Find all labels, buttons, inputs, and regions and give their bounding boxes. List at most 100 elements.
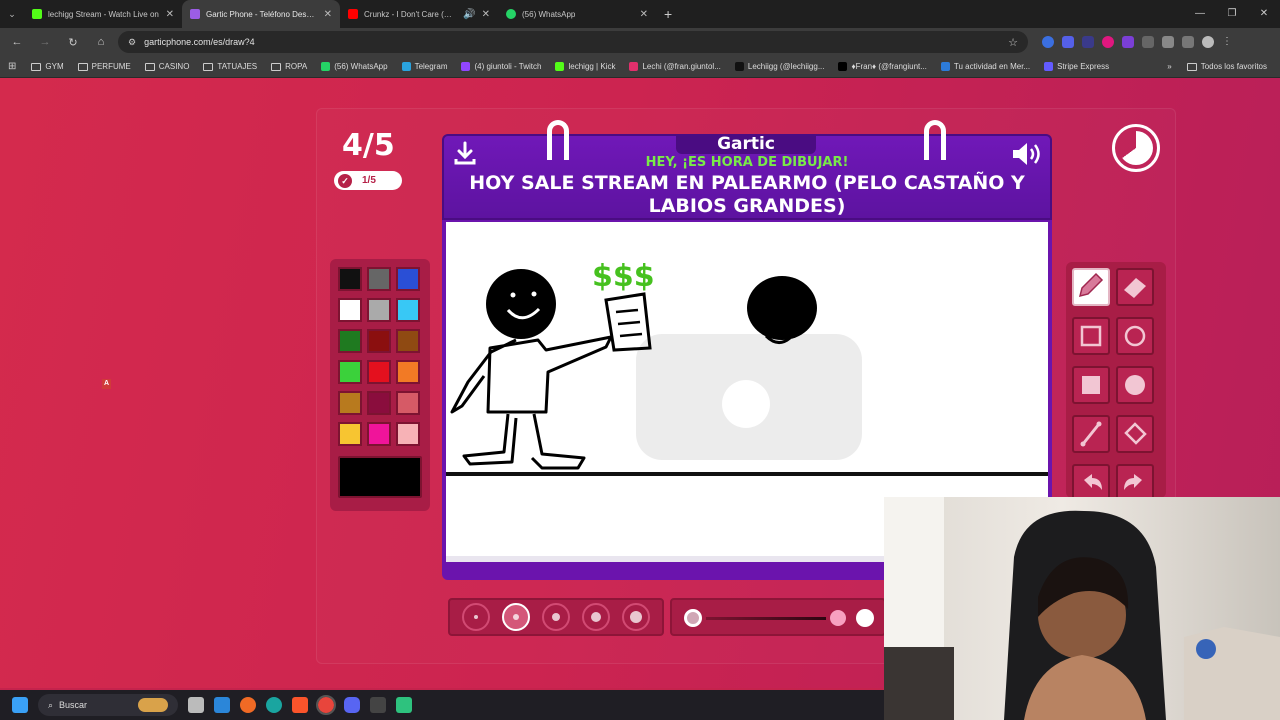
close-window-icon[interactable]: ✕ (1248, 0, 1280, 28)
discord-icon[interactable] (344, 697, 360, 713)
color-swatch[interactable] (338, 391, 362, 415)
tab-gartic[interactable]: Gartic Phone - Teléfono Descon ✕ (182, 0, 340, 28)
rectangle-filled-tool[interactable] (1072, 366, 1110, 404)
color-swatch[interactable] (396, 422, 420, 446)
opacity-slider[interactable] (670, 598, 886, 636)
more-bookmarks-icon[interactable]: » (1167, 62, 1171, 71)
color-swatch[interactable] (396, 329, 420, 353)
edge-icon[interactable] (266, 697, 282, 713)
puzzle-icon[interactable] (1162, 36, 1174, 48)
restore-icon[interactable]: ❐ (1216, 0, 1248, 28)
folder-icon (77, 62, 88, 71)
mute-tab-icon[interactable]: 🔊 (463, 9, 475, 20)
color-swatch[interactable] (396, 298, 420, 322)
color-swatch[interactable] (367, 329, 391, 353)
bookmark-item[interactable]: PERFUME (73, 62, 136, 71)
binder-ring-left (547, 120, 569, 160)
color-swatch[interactable] (367, 267, 391, 291)
rectangle-outline-tool[interactable] (1072, 317, 1110, 355)
taskbar-search[interactable]: ⌕ Buscar (38, 694, 178, 716)
brave-icon[interactable] (292, 697, 308, 713)
color-swatch[interactable] (338, 267, 362, 291)
extension-icon[interactable] (1122, 36, 1134, 48)
close-tab-icon[interactable]: ✕ (482, 9, 490, 20)
minimize-icon[interactable]: — (1184, 0, 1216, 28)
bookmark-item[interactable]: Lechi (@fran.giuntol... (624, 62, 725, 71)
color-swatch[interactable] (338, 360, 362, 384)
all-bookmarks-button[interactable]: Todos los favoritos (1182, 62, 1272, 71)
tab-search-icon[interactable]: ⌄ (0, 9, 24, 20)
firefox-icon[interactable] (240, 697, 256, 713)
brush-size-button[interactable] (542, 603, 570, 631)
bookmark-star-icon[interactable]: ☆ (1008, 36, 1018, 49)
apps-grid-icon[interactable]: ⊞ (8, 61, 16, 72)
bookmark-item[interactable]: TATUAJES (198, 62, 262, 71)
bookmark-item[interactable]: (56) WhatsApp (316, 62, 392, 71)
task-view-icon[interactable] (188, 697, 204, 713)
brush-size-button[interactable] (502, 603, 530, 631)
bookmark-item[interactable]: ROPA (266, 62, 312, 71)
bookmark-item[interactable]: (4) giuntoli - Twitch (456, 62, 546, 71)
opacity-handle[interactable] (830, 610, 846, 626)
color-swatch[interactable] (338, 422, 362, 446)
extension-icon[interactable] (1062, 36, 1074, 48)
redo-tool[interactable] (1116, 464, 1154, 498)
brush-size-button[interactable] (582, 603, 610, 631)
color-swatch[interactable] (338, 329, 362, 353)
tab-youtube[interactable]: Crunkz - I Don't Care (Offic 🔊 ✕ (340, 0, 498, 28)
extension-icon[interactable] (1042, 36, 1054, 48)
bookmark-item[interactable]: GYM (26, 62, 68, 71)
bookmark-item[interactable]: CASINO (140, 62, 195, 71)
close-tab-icon[interactable]: ✕ (640, 9, 648, 20)
color-swatch[interactable] (367, 298, 391, 322)
bookmark-item[interactable]: Telegram (397, 62, 453, 71)
bookmark-item[interactable]: Tu actividad en Mer... (936, 62, 1035, 71)
extension-icon[interactable] (1102, 36, 1114, 48)
line-tool[interactable] (1072, 415, 1110, 453)
windows-start-icon[interactable] (12, 697, 28, 713)
reload-icon[interactable]: ↻ (62, 36, 84, 49)
bookmark-item[interactable]: Stripe Express (1039, 62, 1114, 71)
drawing-canvas[interactable]: $$$ (446, 222, 1048, 476)
profile-icon[interactable] (1202, 36, 1214, 48)
media-icon[interactable] (1182, 36, 1194, 48)
home-icon[interactable]: ⌂ (90, 36, 112, 48)
color-swatch[interactable] (338, 298, 362, 322)
opacity-track[interactable] (706, 617, 826, 620)
extension-icon[interactable] (1142, 36, 1154, 48)
bookmark-item[interactable]: Lechiigg (@lechiigg... (730, 62, 830, 71)
tab-whatsapp[interactable]: (56) WhatsApp ✕ (498, 0, 656, 28)
color-swatch[interactable] (396, 360, 420, 384)
chrome-icon[interactable] (316, 695, 336, 715)
circle-outline-tool[interactable] (1116, 317, 1154, 355)
green-app-icon[interactable] (396, 697, 412, 713)
bookmark-item[interactable]: lechigg | Kick (550, 62, 620, 71)
color-swatch[interactable] (367, 360, 391, 384)
menu-dots-icon[interactable]: ⋮ (1222, 36, 1234, 48)
brush-size-button[interactable] (622, 603, 650, 631)
new-tab-button[interactable]: + (656, 6, 680, 22)
sound-icon[interactable] (1010, 140, 1044, 168)
tab-kick[interactable]: lechigg Stream - Watch Live on ✕ (24, 0, 182, 28)
app-icon[interactable] (370, 697, 386, 713)
bookmarks-bar: ⊞ GYM PERFUME CASINO TATUAJES ROPA (56) Whats… (0, 56, 1280, 78)
fill-bucket-tool[interactable] (1116, 415, 1154, 453)
back-icon[interactable]: ← (6, 36, 28, 48)
extension-icon[interactable] (1082, 36, 1094, 48)
store-icon[interactable] (214, 697, 230, 713)
url-bar[interactable]: ⚙ garticphone.com/es/draw?4 ☆ (118, 31, 1028, 53)
color-swatch[interactable] (367, 422, 391, 446)
color-swatch[interactable] (396, 391, 420, 415)
close-tab-icon[interactable]: ✕ (324, 9, 332, 20)
undo-tool[interactable] (1072, 464, 1110, 498)
bookmark-item[interactable]: ♦Fran♦ (@frangiunt... (833, 62, 931, 71)
circle-filled-tool[interactable] (1116, 366, 1154, 404)
pencil-tool[interactable] (1072, 268, 1110, 306)
site-info-icon[interactable]: ⚙ (128, 37, 136, 48)
color-swatch[interactable] (367, 391, 391, 415)
color-swatch[interactable] (396, 267, 420, 291)
close-tab-icon[interactable]: ✕ (166, 9, 174, 20)
forward-icon[interactable]: → (34, 36, 56, 48)
eraser-tool[interactable] (1116, 268, 1154, 306)
brush-size-button[interactable] (462, 603, 490, 631)
